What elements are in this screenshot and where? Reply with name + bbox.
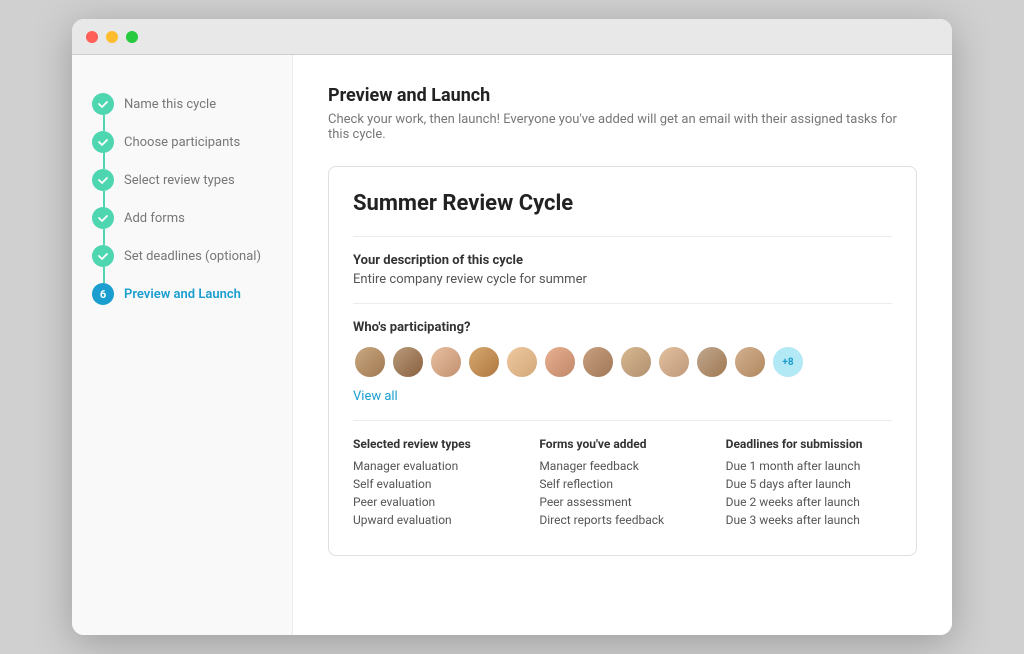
avatar-7: [581, 345, 615, 379]
page-title: Preview and Launch: [328, 85, 917, 106]
review-types-col: Selected review types Manager evaluation…: [353, 437, 519, 531]
cycle-title: Summer Review Cycle: [353, 191, 892, 216]
deadline-4: Due 3 weeks after launch: [726, 513, 892, 527]
step-5-icon: [92, 245, 114, 267]
description-label: Your description of this cycle: [353, 253, 892, 268]
deadline-2: Due 5 days after launch: [726, 477, 892, 491]
avatar-5: [505, 345, 539, 379]
step-6-icon: 6: [92, 283, 114, 305]
app-window: Name this cycle Choose participants Sele…: [72, 19, 952, 635]
deadline-1: Due 1 month after launch: [726, 459, 892, 473]
review-type-2: Self evaluation: [353, 477, 519, 491]
form-4: Direct reports feedback: [539, 513, 705, 527]
main-panel: Preview and Launch Check your work, then…: [292, 55, 952, 635]
deadlines-col: Deadlines for submission Due 1 month aft…: [726, 437, 892, 531]
avatar-6: [543, 345, 577, 379]
form-1: Manager feedback: [539, 459, 705, 473]
review-type-1: Manager evaluation: [353, 459, 519, 473]
main-content: Name this cycle Choose participants Sele…: [72, 55, 952, 635]
form-3: Peer assessment: [539, 495, 705, 509]
step-5-label: Set deadlines (optional): [124, 249, 261, 264]
avatar-11: [733, 345, 767, 379]
titlebar: [72, 19, 952, 55]
avatar-2: [391, 345, 425, 379]
step-6-label: Preview and Launch: [124, 287, 241, 302]
close-button[interactable]: [86, 31, 98, 43]
step-6[interactable]: 6 Preview and Launch: [92, 275, 272, 313]
description-value: Entire company review cycle for summer: [353, 272, 892, 287]
minimize-button[interactable]: [106, 31, 118, 43]
divider-1: [353, 236, 892, 237]
divider-3: [353, 420, 892, 421]
forms-header: Forms you've added: [539, 437, 705, 451]
avatar-8: [619, 345, 653, 379]
step-4[interactable]: Add forms: [92, 199, 272, 237]
divider-2: [353, 303, 892, 304]
step-3-icon: [92, 169, 114, 191]
step-5[interactable]: Set deadlines (optional): [92, 237, 272, 275]
step-1-icon: [92, 93, 114, 115]
step-2-icon: [92, 131, 114, 153]
avatar-4: [467, 345, 501, 379]
step-1[interactable]: Name this cycle: [92, 85, 272, 123]
page-subtitle: Check your work, then launch! Everyone y…: [328, 112, 917, 142]
fullscreen-button[interactable]: [126, 31, 138, 43]
avatar-more: +8: [771, 345, 805, 379]
preview-card: Summer Review Cycle Your description of …: [328, 166, 917, 556]
deadlines-header: Deadlines for submission: [726, 437, 892, 451]
participating-label: Who's participating?: [353, 320, 892, 335]
view-all-link[interactable]: View all: [353, 389, 398, 404]
step-4-label: Add forms: [124, 211, 185, 226]
step-4-icon: [92, 207, 114, 229]
step-3-label: Select review types: [124, 173, 235, 188]
sidebar: Name this cycle Choose participants Sele…: [72, 55, 292, 635]
deadline-3: Due 2 weeks after launch: [726, 495, 892, 509]
step-2-label: Choose participants: [124, 135, 240, 150]
step-3[interactable]: Select review types: [92, 161, 272, 199]
step-1-label: Name this cycle: [124, 97, 216, 112]
review-type-4: Upward evaluation: [353, 513, 519, 527]
review-types-header: Selected review types: [353, 437, 519, 451]
form-2: Self reflection: [539, 477, 705, 491]
avatar-9: [657, 345, 691, 379]
step-2[interactable]: Choose participants: [92, 123, 272, 161]
avatar-10: [695, 345, 729, 379]
avatar-1: [353, 345, 387, 379]
participating-section: Who's participating? +8: [353, 320, 892, 404]
review-type-3: Peer evaluation: [353, 495, 519, 509]
review-grid: Selected review types Manager evaluation…: [353, 437, 892, 531]
avatars-row: +8: [353, 345, 892, 379]
avatar-3: [429, 345, 463, 379]
forms-col: Forms you've added Manager feedback Self…: [539, 437, 705, 531]
